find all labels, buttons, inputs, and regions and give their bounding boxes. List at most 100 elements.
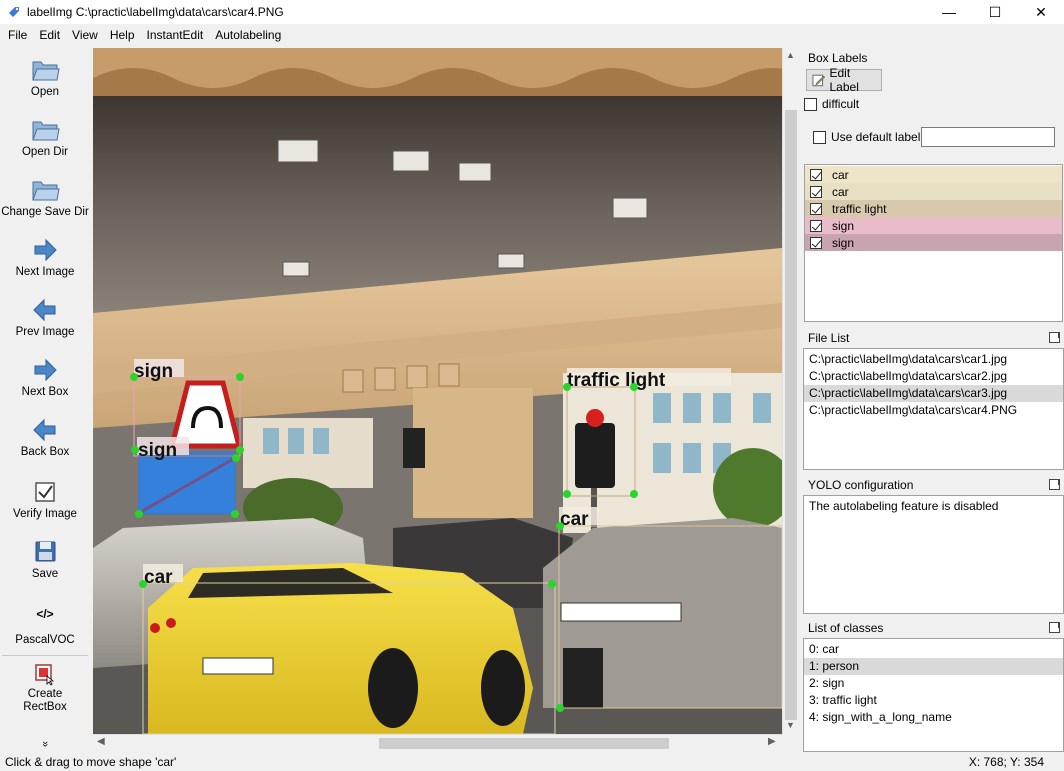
label-list-item[interactable]: sign	[805, 234, 1062, 251]
title-bar: labelImg C:\practic\labelImg\data\cars\c…	[0, 0, 1064, 24]
box-label-car-1: car	[560, 509, 589, 530]
toolbar-divider	[2, 655, 88, 656]
menu-file[interactable]: File	[2, 24, 33, 46]
edit-label-text: Edit Label	[829, 66, 859, 94]
change-save-dir-button[interactable]: Change Save Dir	[0, 176, 90, 219]
close-button[interactable]: ✕	[1018, 0, 1064, 24]
class-list-panel: 0: car 1: person 2: sign 3: traffic ligh…	[803, 638, 1064, 752]
minimize-button[interactable]: —	[926, 0, 972, 24]
difficult-label: difficult	[822, 97, 860, 111]
use-default-label-row[interactable]: Use default label	[813, 130, 920, 144]
open-dir-button[interactable]: Open Dir	[0, 116, 90, 159]
label-visibility-checkbox[interactable]	[810, 219, 822, 232]
file-list-item[interactable]: C:\practic\labelImg\data\cars\car2.jpg	[804, 368, 1063, 385]
class-list-title: List of classes	[803, 618, 1064, 638]
next-image-button[interactable]: Next Image	[0, 236, 90, 279]
label-list-item-text: car	[832, 167, 849, 182]
file-list-title-text: File List	[808, 331, 850, 345]
undock-icon[interactable]	[1049, 622, 1060, 633]
label-visibility-checkbox[interactable]	[810, 202, 822, 215]
class-list-item[interactable]: 4: sign_with_a_long_name	[804, 709, 1063, 726]
format-toggle-button[interactable]: </> PascalVOC	[0, 602, 90, 647]
label-list-item[interactable]: car	[805, 183, 1062, 200]
label-visibility-checkbox[interactable]	[810, 236, 822, 249]
next-box-label: Next Box	[21, 386, 69, 398]
image-canvas[interactable]: sign sign traffic light car car	[93, 48, 782, 734]
label-list-item-text: sign	[832, 235, 855, 250]
vertical-scroll-thumb[interactable]	[785, 110, 797, 720]
label-list-item-text: car	[832, 184, 849, 199]
arrow-right-icon	[34, 358, 57, 382]
file-list-panel: C:\practic\labelImg\data\cars\car1.jpg C…	[803, 348, 1064, 470]
scroll-down-icon[interactable]: ▼	[786, 720, 795, 730]
class-list-item-selected[interactable]: 1: person	[804, 658, 1063, 675]
box-label-traffic-light: traffic light	[567, 370, 666, 391]
class-list-item[interactable]: 0: car	[804, 641, 1063, 658]
next-box-button[interactable]: Next Box	[0, 356, 90, 399]
yolo-config-title: YOLO configuration	[803, 475, 1064, 495]
class-list-item[interactable]: 2: sign	[804, 675, 1063, 692]
label-list-item[interactable]: sign	[805, 217, 1062, 234]
label-visibility-checkbox[interactable]	[810, 168, 822, 181]
box-labels-dock: Box Labels	[803, 48, 1064, 68]
box-label-sign-2: sign	[138, 440, 177, 461]
change-save-dir-label: Change Save Dir	[1, 206, 89, 218]
prev-image-button[interactable]: Prev Image	[0, 296, 90, 339]
class-list-dock: List of classes 0: car 1: person 2: sign…	[803, 618, 1064, 752]
yolo-config-title-text: YOLO configuration	[808, 478, 914, 492]
file-list-item[interactable]: C:\practic\labelImg\data\cars\car1.jpg	[804, 351, 1063, 368]
status-message: Click & drag to move shape 'car'	[5, 755, 177, 769]
file-list-item-selected[interactable]: C:\practic\labelImg\data\cars\car3.jpg	[804, 385, 1063, 402]
menu-view[interactable]: View	[66, 24, 104, 46]
use-default-label-checkbox[interactable]	[813, 130, 826, 144]
floppy-disk-icon	[35, 541, 56, 562]
edit-label-button[interactable]: Edit Label	[806, 66, 882, 94]
open-button[interactable]: Open	[0, 56, 90, 99]
difficult-checkbox[interactable]	[804, 97, 817, 111]
label-visibility-checkbox[interactable]	[810, 185, 822, 198]
default-label-input[interactable]	[921, 127, 1055, 147]
folder-icon	[32, 121, 60, 141]
box-labels-title: Box Labels	[803, 48, 1064, 68]
label-list-item[interactable]: car	[805, 166, 1062, 183]
create-rectbox-icon	[35, 664, 55, 686]
class-list-title-text: List of classes	[808, 621, 884, 635]
menu-instantedit[interactable]: InstantEdit	[141, 24, 210, 46]
pencil-icon	[812, 74, 826, 87]
undock-icon[interactable]	[1049, 479, 1060, 490]
vertical-scrollbar[interactable]: ▲ ▼	[782, 48, 799, 734]
box-label-car-2: car	[144, 567, 173, 588]
next-image-label: Next Image	[15, 266, 75, 278]
undock-icon[interactable]	[1049, 332, 1060, 343]
labelimg-app-icon	[9, 7, 19, 17]
scroll-left-icon[interactable]: ◀	[97, 736, 105, 747]
menu-bar: File Edit View Help InstantEdit Autolabe…	[0, 24, 1064, 46]
arrow-right-icon	[34, 238, 57, 262]
folder-icon	[32, 181, 60, 201]
yolo-config-dock: YOLO configuration The autolabeling feat…	[803, 475, 1064, 614]
scroll-up-icon[interactable]: ▲	[786, 50, 795, 60]
status-bar: Click & drag to move shape 'car' X: 768;…	[0, 753, 1064, 771]
class-list-item[interactable]: 3: traffic light	[804, 692, 1063, 709]
save-button[interactable]: Save	[0, 538, 90, 581]
menu-help[interactable]: Help	[104, 24, 141, 46]
checkbox-icon	[35, 482, 55, 502]
label-list-item[interactable]: traffic light	[805, 200, 1062, 217]
folder-icon	[32, 61, 60, 81]
open-label: Open	[30, 86, 60, 98]
open-dir-label: Open Dir	[21, 146, 69, 158]
menu-autolabeling[interactable]: Autolabeling	[209, 24, 287, 46]
window-title: labelImg C:\practic\labelImg\data\cars\c…	[27, 5, 284, 19]
annotated-image: sign sign traffic light car car	[93, 48, 782, 734]
scroll-right-icon[interactable]: ▶	[768, 736, 776, 747]
horizontal-scrollbar[interactable]: ◀ ▶	[93, 734, 782, 751]
back-box-button[interactable]: Back Box	[0, 416, 90, 459]
verify-image-button[interactable]: Verify Image	[0, 478, 90, 521]
label-list-item-text: traffic light	[832, 201, 887, 216]
arrow-left-icon	[33, 298, 56, 322]
horizontal-scroll-thumb[interactable]	[379, 738, 669, 749]
maximize-button[interactable]: ☐	[972, 0, 1018, 24]
file-list-item[interactable]: C:\practic\labelImg\data\cars\car4.PNG	[804, 402, 1063, 419]
menu-edit[interactable]: Edit	[33, 24, 66, 46]
difficult-checkbox-row[interactable]: difficult	[804, 97, 859, 111]
